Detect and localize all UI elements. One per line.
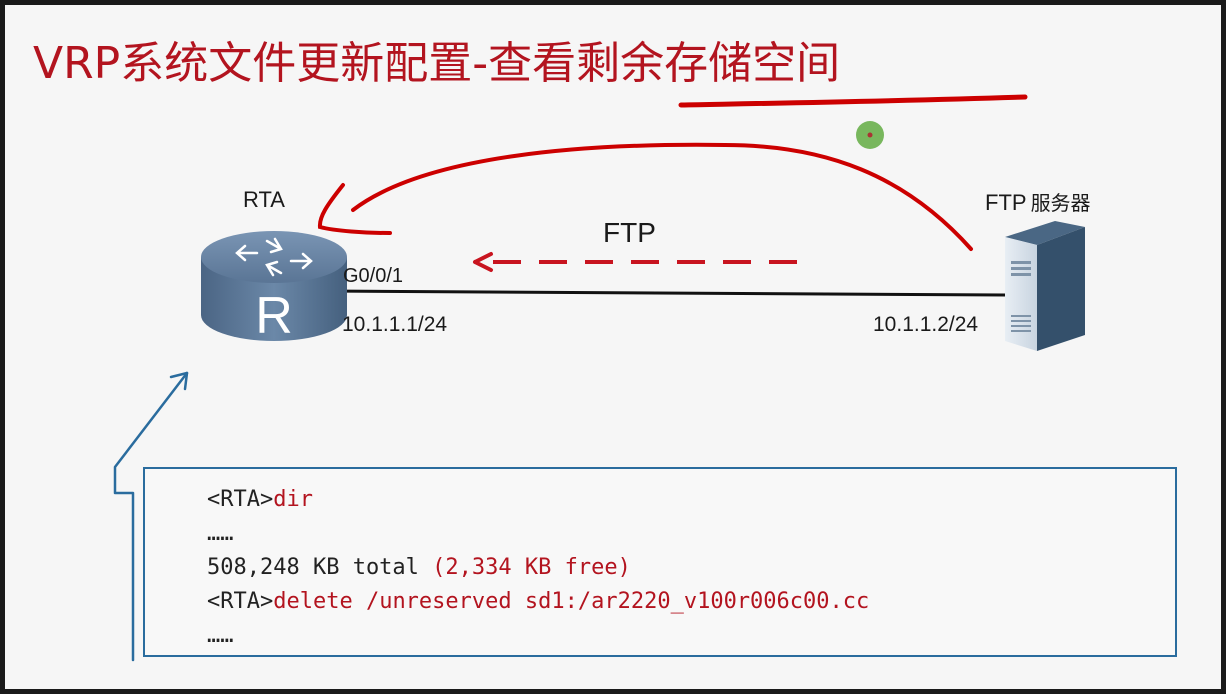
cli-line: …… [207, 619, 869, 653]
cli-line: <RTA>delete /unreserved sd1:/ar2220_v100… [207, 585, 869, 619]
underline-annotation [678, 94, 1028, 108]
cursor-pointer-icon [856, 121, 884, 149]
cli-prompt: <RTA> [207, 589, 274, 614]
cli-line: 508,248 KB total (2,334 KB free) [207, 551, 869, 585]
cli-command: delete /unreserved sd1:/ar2220_v100r006c… [273, 589, 870, 614]
router-icon: R [201, 231, 347, 345]
protocol-label: FTP [603, 217, 656, 248]
cli-text: …… [207, 623, 234, 648]
router-port-label: G0/0/1 [343, 265, 404, 287]
cli-lines: <RTA>dir …… 508,248 KB total (2,334 KB f… [207, 483, 869, 653]
cli-line: …… [207, 517, 869, 551]
server-name-suffix: 服务器 [1030, 191, 1091, 215]
cli-line: <RTA>dir [207, 483, 869, 517]
slide: VRP系统文件更新配置-查看剩余存储空间 R RTA FTP 服务器 FTP G… [5, 5, 1221, 689]
server-name-label: FTP 服务器 [985, 187, 1091, 216]
router-ip-label: 10.1.1.1/24 [342, 313, 448, 336]
cli-free-space: (2,334 KB free) [432, 555, 631, 580]
ftp-direction-arrow [473, 252, 797, 272]
network-link [326, 289, 1006, 297]
cli-text: …… [207, 521, 234, 546]
cli-command: dir [273, 487, 313, 512]
transfer-arc-annotation [351, 142, 973, 251]
server-ip-label: 10.1.1.2/24 [873, 313, 979, 336]
router-name-label: RTA [243, 187, 285, 212]
cli-text: 508,248 KB total [207, 555, 433, 580]
server-icon [1005, 221, 1085, 351]
cli-output-box: <RTA>dir …… 508,248 KB total (2,334 KB f… [143, 467, 1177, 657]
cli-prompt: <RTA> [207, 487, 274, 512]
server-name: FTP [985, 190, 1027, 215]
svg-text:R: R [255, 287, 293, 345]
